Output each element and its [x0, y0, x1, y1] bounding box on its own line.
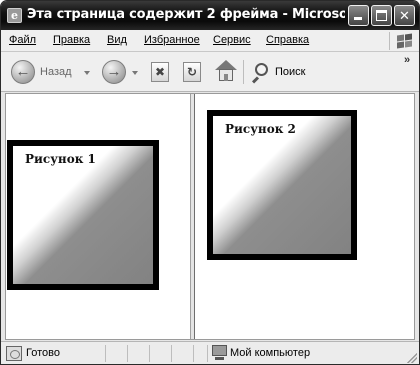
menu-favorites-label: Избранное — [144, 34, 200, 46]
minimize-button[interactable] — [348, 5, 369, 26]
left-frame[interactable]: Рисунок 1 — [6, 94, 190, 339]
resize-grip-icon[interactable] — [407, 353, 417, 363]
menu-edit-label: Правка — [53, 34, 91, 46]
forward-arrow-icon: → — [106, 63, 122, 80]
status-cell — [105, 345, 127, 362]
status-cell — [193, 345, 207, 362]
toolbar-separator — [243, 60, 244, 84]
status-text: Готово — [26, 347, 60, 359]
browser-content: Рисунок 1 Рисунок 2 — [5, 93, 415, 340]
windows-flag-icon — [389, 32, 415, 50]
menu-bar: Файл Правка Вид Избранное Сервис Справка — [1, 30, 419, 52]
right-frame[interactable]: Рисунок 2 — [195, 94, 414, 339]
menu-help-label: Справка — [266, 34, 310, 46]
menu-view-label: Вид — [107, 34, 127, 46]
back-button[interactable]: ← — [11, 60, 35, 84]
search-label[interactable]: Поиск — [275, 66, 305, 78]
status-bar: Готово Мой компьютер — [1, 341, 419, 364]
menu-file-label: Файл — [9, 34, 37, 46]
status-cell — [149, 345, 171, 362]
menu-tools-label: Сервис — [213, 34, 251, 46]
toolbar-more-chevron[interactable]: » — [404, 54, 410, 66]
page-icon — [6, 346, 22, 361]
search-icon[interactable] — [250, 62, 270, 84]
menu-view[interactable]: Вид — [107, 34, 127, 46]
status-cell — [127, 345, 149, 362]
close-button[interactable]: ✕ — [394, 5, 415, 26]
picture-2: Рисунок 2 — [207, 110, 357, 260]
stop-button[interactable]: ✖ — [151, 62, 169, 82]
status-cell — [171, 345, 193, 362]
status-zone: Мой компьютер — [230, 347, 311, 359]
menu-help[interactable]: Справка — [266, 34, 309, 46]
minimize-icon — [354, 17, 362, 20]
menu-tools[interactable]: Сервис — [213, 34, 251, 46]
browser-window: e Эта страница содержит 2 фрейма - Micro… — [0, 0, 420, 365]
refresh-button[interactable]: ↻ — [183, 62, 201, 82]
window-title: Эта страница содержит 2 фрейма - Microso… — [27, 7, 345, 22]
close-icon: ✕ — [399, 8, 410, 23]
back-dropdown-icon[interactable] — [84, 71, 90, 75]
picture-1: Рисунок 1 — [7, 140, 159, 290]
menu-edit[interactable]: Правка — [53, 34, 90, 46]
maximize-button[interactable] — [371, 5, 392, 26]
menu-file[interactable]: Файл — [9, 34, 36, 46]
stop-icon: ✖ — [154, 65, 166, 79]
toolbar: ← Назад → ✖ ↻ Поиск » — [1, 52, 419, 92]
back-arrow-icon: ← — [15, 63, 31, 80]
back-label[interactable]: Назад — [40, 66, 72, 78]
picture-1-label: Рисунок 1 — [25, 152, 96, 166]
forward-dropdown-icon[interactable] — [132, 71, 138, 75]
forward-button[interactable]: → — [102, 60, 126, 84]
title-bar[interactable]: e Эта страница содержит 2 фрейма - Micro… — [1, 1, 419, 30]
e-icon: e — [7, 8, 22, 23]
computer-icon — [212, 345, 227, 361]
refresh-icon: ↻ — [186, 65, 198, 79]
maximize-icon — [376, 10, 387, 21]
home-button[interactable] — [215, 60, 237, 82]
picture-2-label: Рисунок 2 — [225, 122, 296, 136]
menu-favorites[interactable]: Избранное — [144, 34, 200, 46]
